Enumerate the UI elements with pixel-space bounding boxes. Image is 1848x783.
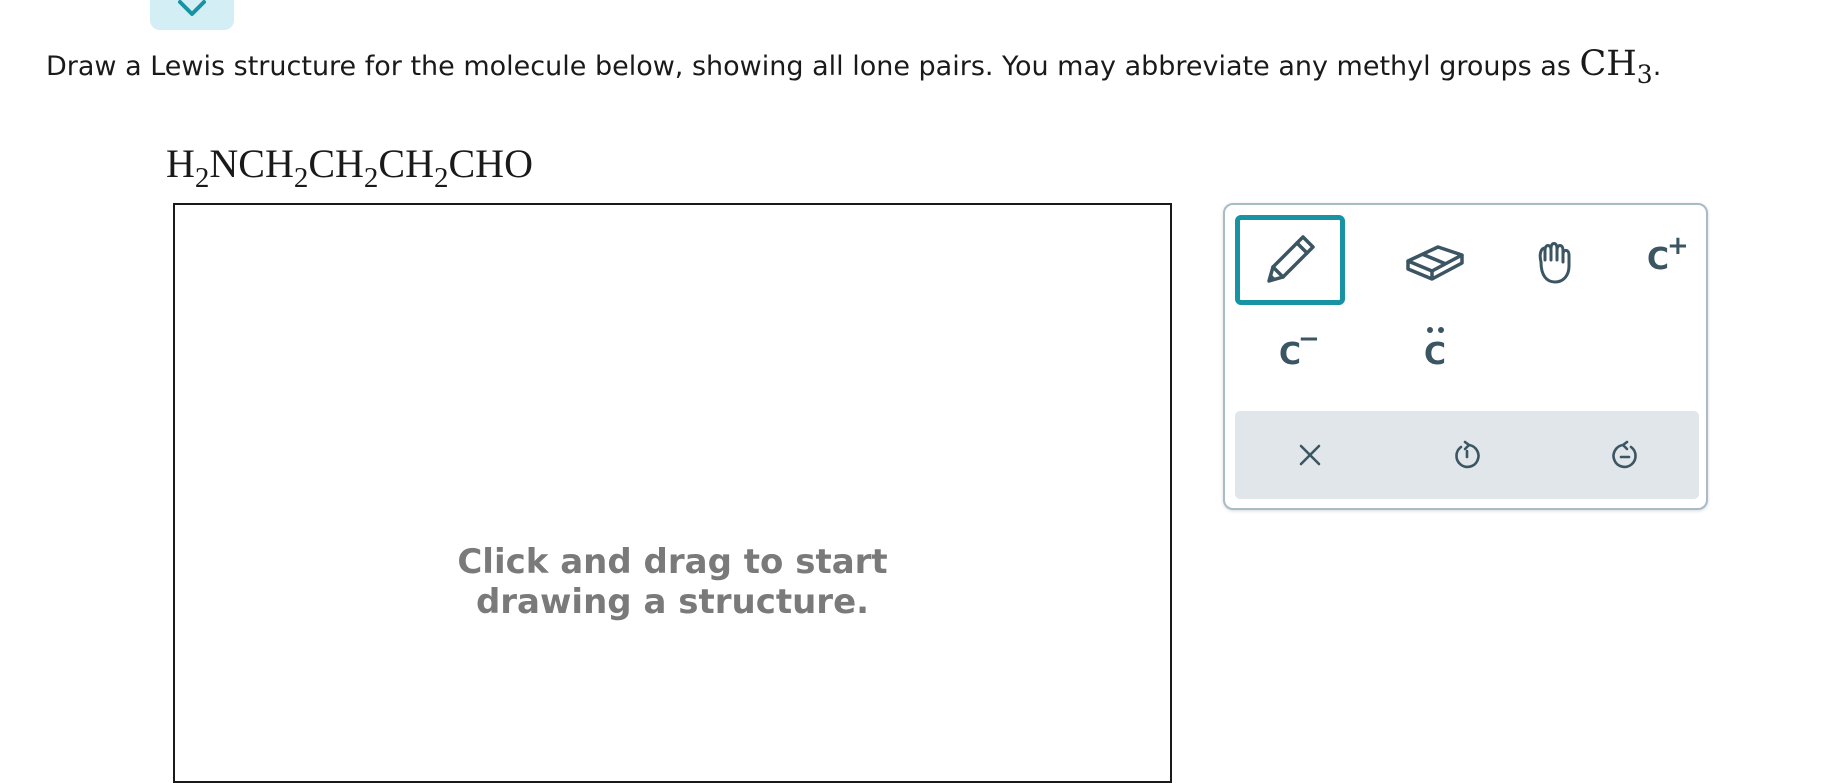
carbon-lone-pair-icon: C [1424,327,1446,370]
chevron-down-icon [178,0,206,16]
instruction-text: Draw a Lewis structure for the molecule … [46,51,1580,82]
carbon-plus-icon: C + [1646,231,1689,277]
undo-icon [1455,440,1480,469]
hand-icon [1538,242,1571,284]
close-icon [1299,444,1321,466]
canvas-hint: Click and drag to start drawing a struct… [457,542,888,622]
move-tool-button[interactable] [1512,215,1602,305]
eraser-icon [1406,245,1464,281]
drawing-toolbar: C + C − C [1223,203,1708,510]
undo-button[interactable] [1417,415,1517,495]
instruction-period: . [1652,51,1662,82]
molecule-formula: H2NCH2CH2CH2CHO [166,141,533,194]
drawing-canvas[interactable]: Click and drag to start drawing a struct… [173,203,1172,783]
lone-pair-tool-button[interactable]: C [1380,315,1490,395]
question-instruction: Draw a Lewis structure for the molecule … [46,44,1661,89]
redo-button[interactable] [1575,415,1675,495]
action-bar [1235,411,1699,499]
eraser-tool-button[interactable] [1380,215,1490,305]
redo-icon [1612,440,1637,469]
positive-charge-tool-button[interactable]: C + [1618,215,1698,305]
methyl-formula: CH3 [1579,44,1653,89]
clear-button[interactable] [1260,415,1360,495]
negative-charge-tool-button[interactable]: C − [1235,315,1345,395]
carbon-minus-icon: C − [1278,324,1320,372]
pencil-icon [1267,235,1315,283]
pencil-tool-button[interactable] [1235,215,1345,305]
collapse-toggle-button[interactable] [150,0,234,30]
